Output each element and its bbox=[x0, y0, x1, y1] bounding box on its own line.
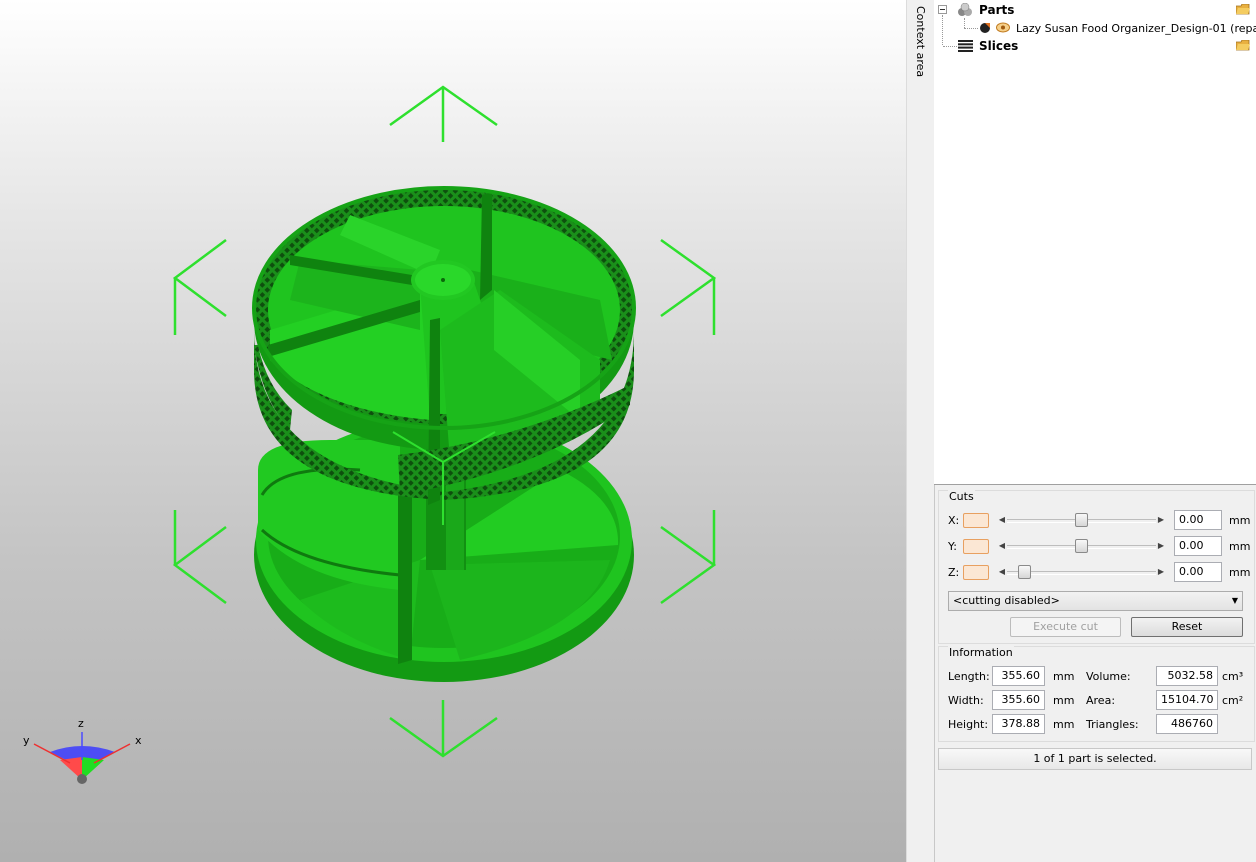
length-unit: mm bbox=[1053, 670, 1075, 683]
information-title: Information bbox=[948, 646, 1014, 659]
open-folder-icon[interactable] bbox=[1235, 3, 1250, 15]
triangles-label: Triangles: bbox=[1086, 718, 1139, 731]
cut-z-slider[interactable]: ◀ ▶ bbox=[997, 565, 1166, 579]
reset-button[interactable]: Reset bbox=[1131, 617, 1243, 637]
cut-x-value[interactable]: 0.00 bbox=[1174, 510, 1222, 530]
slider-right-arrow[interactable]: ▶ bbox=[1156, 565, 1166, 579]
cut-x-slider[interactable]: ◀ ▶ bbox=[997, 513, 1166, 527]
selection-status: 1 of 1 part is selected. bbox=[938, 748, 1252, 770]
cut-y-value[interactable]: 0.00 bbox=[1174, 536, 1222, 556]
lazy-susan-model[interactable] bbox=[252, 186, 636, 682]
handle-upper-left bbox=[172, 238, 227, 318]
scene-canvas[interactable] bbox=[0, 0, 906, 862]
handle-lower-right bbox=[660, 525, 717, 605]
axis-label-x: x bbox=[135, 734, 142, 747]
area-label: Area: bbox=[1086, 694, 1116, 707]
chevron-down-icon: ▼ bbox=[1231, 596, 1238, 605]
slider-left-arrow[interactable]: ◀ bbox=[997, 565, 1007, 579]
width-value: 355.60 bbox=[992, 690, 1045, 710]
height-value: 378.88 bbox=[992, 714, 1045, 734]
collapse-toggle[interactable] bbox=[938, 5, 947, 14]
length-value: 355.60 bbox=[992, 666, 1045, 686]
execute-cut-button[interactable]: Execute cut bbox=[1010, 617, 1121, 637]
parts-label: Parts bbox=[979, 3, 1015, 17]
slider-right-arrow[interactable]: ▶ bbox=[1156, 513, 1166, 527]
slider-thumb[interactable] bbox=[1018, 565, 1031, 579]
parts-tree[interactable]: Parts Lazy Susan Food Organizer_Design-0… bbox=[934, 0, 1256, 485]
height-label: Height: bbox=[948, 718, 989, 731]
part-color-icon bbox=[979, 21, 991, 33]
slider-right-arrow[interactable]: ▶ bbox=[1156, 539, 1166, 553]
cut-z-label: Z: bbox=[948, 566, 960, 579]
open-folder-icon[interactable] bbox=[1235, 39, 1250, 51]
area-value: 15104.70 bbox=[1156, 690, 1218, 710]
parts-icon bbox=[957, 2, 973, 17]
cut-y-label: Y: bbox=[948, 540, 957, 553]
cut-mode-value: <cutting disabled> bbox=[953, 594, 1060, 607]
tree-item-parts[interactable]: Parts bbox=[934, 1, 1256, 19]
cuts-title: Cuts bbox=[948, 490, 975, 503]
cut-x-label: X: bbox=[948, 514, 960, 527]
area-unit: cm² bbox=[1222, 694, 1244, 707]
part-name[interactable]: Lazy Susan Food Organizer_Design-01 (rep… bbox=[1016, 22, 1256, 35]
handle-lower-left bbox=[172, 525, 227, 605]
slider-left-arrow[interactable]: ◀ bbox=[997, 539, 1007, 553]
height-unit: mm bbox=[1053, 718, 1075, 731]
slices-icon bbox=[958, 40, 973, 52]
tree-item-slices[interactable]: Slices bbox=[934, 37, 1256, 55]
3d-viewport[interactable]: y z x bbox=[0, 0, 906, 862]
cut-z-unit: mm bbox=[1229, 566, 1251, 579]
volume-unit: cm³ bbox=[1222, 670, 1244, 683]
length-label: Length: bbox=[948, 670, 990, 683]
context-area-label: Context area bbox=[914, 6, 927, 78]
cut-x-unit: mm bbox=[1229, 514, 1251, 527]
cut-x-toggle[interactable] bbox=[963, 513, 989, 528]
tree-item-part[interactable]: Lazy Susan Food Organizer_Design-01 (rep… bbox=[934, 19, 1256, 37]
handle-upper-right bbox=[660, 238, 717, 318]
volume-value: 5032.58 bbox=[1156, 666, 1218, 686]
axis-label-z: z bbox=[78, 717, 84, 730]
axis-label-y: y bbox=[23, 734, 30, 747]
cut-y-slider[interactable]: ◀ ▶ bbox=[997, 539, 1166, 553]
width-label: Width: bbox=[948, 694, 984, 707]
axis-orientation-gizmo bbox=[33, 732, 131, 784]
cut-z-toggle[interactable] bbox=[963, 565, 989, 580]
slices-label: Slices bbox=[979, 39, 1019, 53]
slider-thumb[interactable] bbox=[1075, 513, 1088, 527]
cut-y-unit: mm bbox=[1229, 540, 1251, 553]
cut-z-value[interactable]: 0.00 bbox=[1174, 562, 1222, 582]
slider-thumb[interactable] bbox=[1075, 539, 1088, 553]
volume-label: Volume: bbox=[1086, 670, 1131, 683]
width-unit: mm bbox=[1053, 694, 1075, 707]
visibility-eye-icon[interactable] bbox=[996, 22, 1010, 33]
cut-y-toggle[interactable] bbox=[963, 539, 989, 554]
cut-mode-select[interactable]: <cutting disabled> ▼ bbox=[948, 591, 1243, 611]
context-area-strip[interactable] bbox=[910, 0, 935, 862]
triangles-value: 486760 bbox=[1156, 714, 1218, 734]
slider-left-arrow[interactable]: ◀ bbox=[997, 513, 1007, 527]
